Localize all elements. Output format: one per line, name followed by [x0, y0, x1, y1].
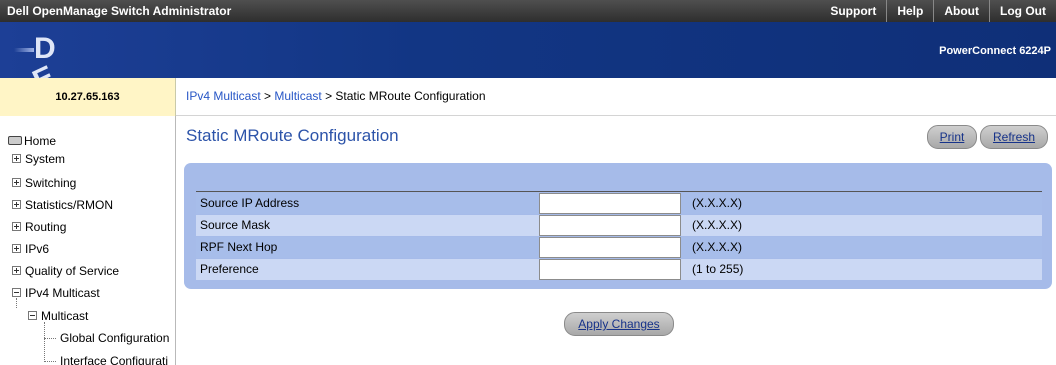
nav-tree: Home System Switching Statistics/RMON Ro… — [0, 116, 176, 365]
field-hint: (1 to 255) — [692, 262, 744, 276]
field-hint: (X.X.X.X) — [692, 240, 743, 254]
field-label: Preference — [200, 262, 259, 276]
nav-quality-of-service[interactable]: Quality of Service — [12, 261, 119, 281]
field-label: RPF Next Hop — [200, 240, 278, 254]
nav-system[interactable]: System — [12, 149, 65, 169]
about-link[interactable]: About — [933, 0, 989, 22]
field-label: Source Mask — [200, 218, 271, 232]
tree-line — [44, 322, 45, 362]
nav-statistics[interactable]: Statistics/RMON — [12, 195, 113, 215]
expand-icon — [12, 178, 21, 188]
breadcrumb: IPv4 Multicast > Multicast > Static MRou… — [176, 78, 1056, 116]
preference-input[interactable] — [539, 259, 681, 280]
refresh-button[interactable]: Refresh — [980, 125, 1048, 149]
nav-home[interactable]: Home — [8, 131, 56, 151]
form-row-source-ip: Source IP Address (X.X.X.X) — [196, 193, 1042, 214]
logo-swoosh — [14, 48, 34, 52]
form-row-rpf-next-hop: RPF Next Hop (X.X.X.X) — [196, 237, 1042, 258]
panel-divider — [196, 191, 1042, 192]
nav-switching[interactable]: Switching — [12, 173, 76, 193]
nav-routing[interactable]: Routing — [12, 217, 66, 237]
nav-ipv4-multicast[interactable]: IPv4 Multicast — [12, 283, 100, 303]
device-ip: 10.27.65.163 — [0, 78, 176, 117]
tree-line — [16, 298, 17, 308]
nav-multicast[interactable]: Multicast — [28, 306, 88, 326]
app-title: Dell OpenManage Switch Administrator — [7, 4, 232, 18]
breadcrumb-separator: > — [321, 89, 336, 103]
help-link[interactable]: Help — [886, 0, 933, 22]
support-link[interactable]: Support — [820, 0, 886, 22]
print-button[interactable]: Print — [927, 125, 977, 149]
breadcrumb-current: Static MRoute Configuration — [335, 89, 486, 103]
collapse-icon — [12, 288, 21, 298]
source-mask-input[interactable] — [539, 215, 681, 236]
top-bar: Dell OpenManage Switch Administrator Sup… — [0, 0, 1056, 22]
collapse-icon — [28, 311, 37, 321]
field-label: Source IP Address — [200, 196, 300, 210]
tree-line — [44, 361, 56, 362]
expand-icon — [12, 266, 21, 276]
nav-interface-configuration[interactable]: Interface Configurati — [60, 351, 168, 365]
logout-link[interactable]: Log Out — [989, 0, 1056, 22]
form-row-preference: Preference (1 to 255) — [196, 259, 1042, 280]
breadcrumb-separator: > — [260, 89, 275, 103]
form-row-source-mask: Source Mask (X.X.X.X) — [196, 215, 1042, 236]
expand-icon — [12, 244, 21, 254]
expand-icon — [12, 222, 21, 232]
top-links: Support Help About Log Out — [820, 0, 1056, 22]
page-title: Static MRoute Configuration — [186, 126, 399, 145]
expand-icon — [12, 154, 21, 164]
nav-ipv6[interactable]: IPv6 — [12, 239, 49, 259]
field-hint: (X.X.X.X) — [692, 218, 743, 232]
home-icon — [8, 136, 22, 146]
rpf-next-hop-input[interactable] — [539, 237, 681, 258]
source-ip-input[interactable] — [539, 193, 681, 214]
expand-icon — [12, 200, 21, 210]
apply-changes-button[interactable]: Apply Changes — [564, 312, 674, 336]
breadcrumb-multicast[interactable]: Multicast — [274, 89, 321, 103]
tree-line — [44, 338, 56, 339]
nav-global-configuration[interactable]: Global Configuration — [60, 328, 169, 348]
banner: DELL PowerConnect 6224P — [0, 22, 1056, 124]
field-hint: (X.X.X.X) — [692, 196, 743, 210]
breadcrumb-ipv4-multicast[interactable]: IPv4 Multicast — [186, 89, 261, 103]
form-panel: Source IP Address (X.X.X.X) Source Mask … — [184, 163, 1052, 289]
model-name: PowerConnect 6224P — [939, 45, 1051, 57]
